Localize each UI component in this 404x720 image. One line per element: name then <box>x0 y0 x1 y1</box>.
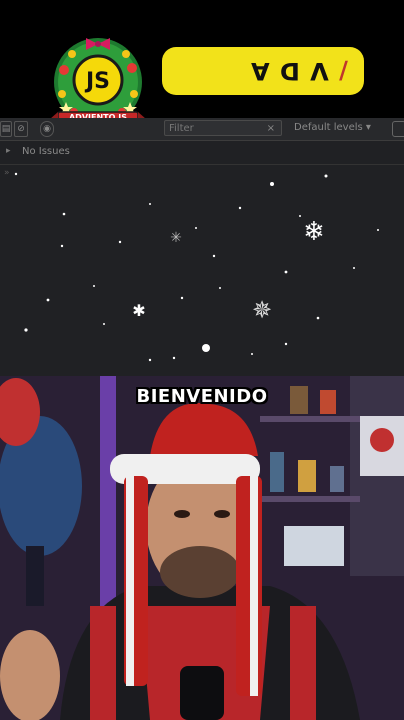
pill-letters: V D A <box>250 57 329 85</box>
logo-text: JS <box>85 69 111 94</box>
top-banner: JS ADVIENTO.JS / V D A <box>0 0 404 128</box>
devtools-console-panel: ▤ ⊘ ◉ Filter × Default levels ▾ ▸ No Iss… <box>0 118 404 376</box>
snowflake-icon: ✵ <box>252 296 272 324</box>
snowflake-icon: ✱ <box>132 301 145 320</box>
webcam-video: BIENVENIDO <box>0 376 404 720</box>
video-scene <box>0 376 404 720</box>
pill-text: / V D A <box>250 57 348 85</box>
title-pill: / V D A <box>162 47 364 95</box>
snowflake-icon: ✳ <box>170 230 182 246</box>
video-caption: BIENVENIDO <box>136 386 268 407</box>
snowflake-icon: ❄ <box>303 217 325 247</box>
snowfall-animation: ❄ ✳ ✱ ✵ <box>14 172 379 362</box>
pill-slash: / <box>338 57 348 85</box>
